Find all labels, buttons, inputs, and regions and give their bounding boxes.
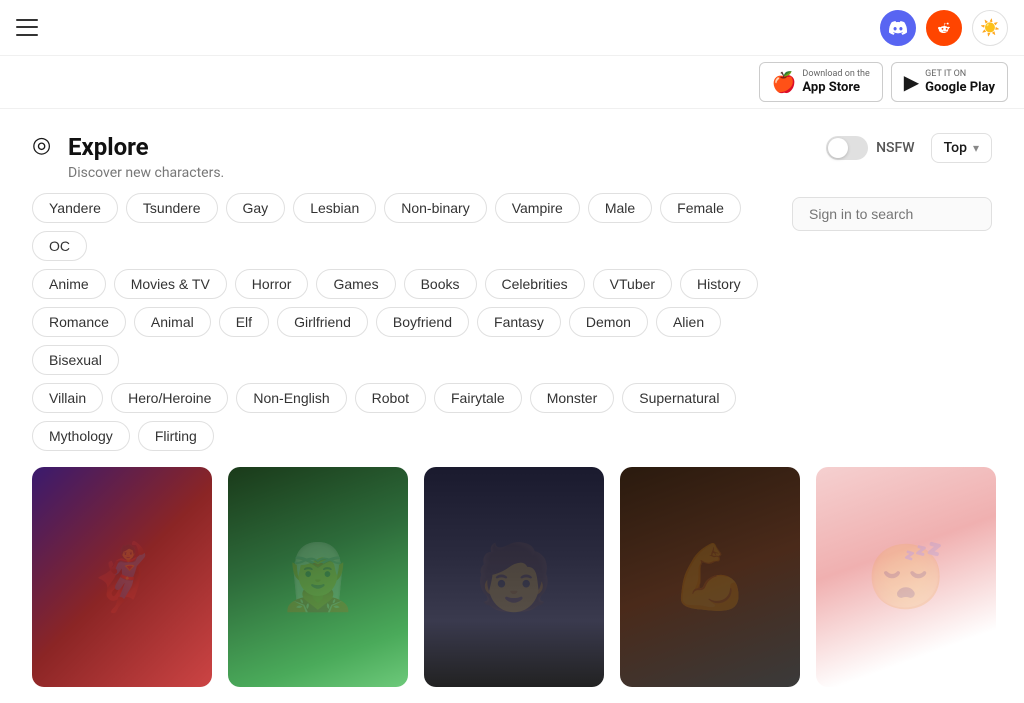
theme-toggle-button[interactable]: ☀️ bbox=[972, 10, 1008, 46]
card-1-figure: 🦸 bbox=[32, 467, 212, 687]
search-input[interactable] bbox=[792, 197, 992, 231]
tag-chip[interactable]: Vampire bbox=[495, 193, 580, 223]
tag-chip[interactable]: Books bbox=[404, 269, 477, 299]
tag-chip[interactable]: Movies & TV bbox=[114, 269, 227, 299]
tag-chip[interactable]: Non-English bbox=[236, 383, 346, 413]
tag-row-3: Romance Animal Elf Girlfriend Boyfriend Fanta… bbox=[32, 307, 776, 375]
menu-button[interactable] bbox=[16, 17, 38, 39]
top-dropdown-label: Top bbox=[944, 140, 967, 156]
explore-title-row: ◎ Explore bbox=[32, 133, 224, 161]
tag-chip[interactable]: Villain bbox=[32, 383, 103, 413]
tag-row-5: Mythology Flirting bbox=[32, 421, 776, 451]
tag-chip[interactable]: Horror bbox=[235, 269, 309, 299]
nsfw-toggle[interactable] bbox=[826, 136, 868, 160]
explore-subtitle: Discover new characters. bbox=[68, 165, 224, 181]
google-play-icon: ▶ bbox=[904, 70, 919, 94]
tag-chip[interactable]: Non-binary bbox=[384, 193, 486, 223]
tag-chip[interactable]: Alien bbox=[656, 307, 721, 337]
tag-chip[interactable]: Gay bbox=[226, 193, 286, 223]
tag-chip[interactable]: Demon bbox=[569, 307, 648, 337]
discord-icon bbox=[889, 21, 907, 35]
app-store-badge[interactable]: 🍎 Download on the App Store bbox=[759, 62, 883, 102]
tag-chip[interactable]: OC bbox=[32, 231, 87, 261]
card-2-figure: 🧝 bbox=[228, 467, 408, 687]
google-play-badge[interactable]: ▶ GET IT ON Google Play bbox=[891, 62, 1008, 102]
tag-chip[interactable]: History bbox=[680, 269, 758, 299]
tag-chip[interactable]: Female bbox=[660, 193, 741, 223]
tags-search-wrapper: Yandere Tsundere GayLesbian Non-binary Vampi… bbox=[0, 193, 1024, 451]
tag-chip[interactable]: Girlfriend bbox=[277, 307, 368, 337]
tag-chip[interactable]: Yandere bbox=[32, 193, 118, 223]
tag-chip[interactable]: VTuber bbox=[593, 269, 672, 299]
tag-chip[interactable]: Animal bbox=[134, 307, 211, 337]
tag-chip[interactable]: Lesbian bbox=[293, 193, 376, 223]
character-card-2[interactable]: 🧝 bbox=[228, 467, 408, 687]
tag-row-4: Villain Hero/Heroine Non-English Robot Fairy… bbox=[32, 383, 776, 413]
navbar-left bbox=[16, 17, 38, 39]
discord-button[interactable] bbox=[880, 10, 916, 46]
character-card-4[interactable]: 💪 bbox=[620, 467, 800, 687]
tag-chip[interactable]: Mythology bbox=[32, 421, 130, 451]
tag-chip[interactable]: Monster bbox=[530, 383, 615, 413]
explore-title: Explore bbox=[68, 133, 149, 161]
card-3-figure: 🧑 bbox=[424, 467, 604, 687]
top-navbar: ☀️ bbox=[0, 0, 1024, 56]
app-store-text: Download on the App Store bbox=[802, 69, 869, 95]
nsfw-toggle-area: NSFW bbox=[826, 136, 914, 160]
tag-chip[interactable]: Games bbox=[316, 269, 395, 299]
tag-chip[interactable]: Male bbox=[588, 193, 652, 223]
tag-chip[interactable]: Boyfriend bbox=[376, 307, 469, 337]
tag-chip[interactable]: Supernatural bbox=[622, 383, 736, 413]
card-4-figure: 💪 bbox=[620, 467, 800, 687]
character-card-3[interactable]: 🧑 bbox=[424, 467, 604, 687]
card-5-figure: 😴 bbox=[816, 467, 996, 687]
explore-header: ◎ Explore Discover new characters. NSFW … bbox=[0, 109, 1024, 193]
character-card-1[interactable]: 🦸 bbox=[32, 467, 212, 687]
reddit-icon bbox=[935, 19, 953, 37]
top-dropdown[interactable]: Top ▾ bbox=[931, 133, 992, 163]
tag-row-1: Yandere Tsundere GayLesbian Non-binary Vampi… bbox=[32, 193, 776, 261]
tag-chip[interactable]: Hero/Heroine bbox=[111, 383, 228, 413]
tag-chip[interactable]: Flirting bbox=[138, 421, 214, 451]
google-play-text: GET IT ON Google Play bbox=[925, 69, 995, 95]
explore-title-area: ◎ Explore Discover new characters. bbox=[32, 133, 224, 181]
apple-icon: 🍎 bbox=[772, 70, 797, 94]
nsfw-label: NSFW bbox=[876, 140, 914, 156]
explore-controls: NSFW Top ▾ bbox=[826, 133, 992, 163]
tag-chip[interactable]: Elf bbox=[219, 307, 269, 337]
tag-chip[interactable]: Tsundere bbox=[126, 193, 218, 223]
tag-chip[interactable]: Fairytale bbox=[434, 383, 522, 413]
navbar-right: ☀️ bbox=[880, 10, 1008, 46]
search-area bbox=[792, 193, 992, 231]
store-badges-row: 🍎 Download on the App Store ▶ GET IT ON … bbox=[0, 56, 1024, 109]
tag-chip[interactable]: Celebrities bbox=[485, 269, 585, 299]
character-card-5[interactable]: 😴 bbox=[816, 467, 996, 687]
chevron-down-icon: ▾ bbox=[973, 141, 979, 155]
tag-chip[interactable]: Robot bbox=[355, 383, 426, 413]
tags-columns: Yandere Tsundere GayLesbian Non-binary Vampi… bbox=[32, 193, 776, 451]
compass-icon: ◎ bbox=[32, 133, 60, 161]
toggle-thumb bbox=[828, 138, 848, 158]
tag-row-2: Anime Movies & TV HorrorGames Books Celebrit… bbox=[32, 269, 776, 299]
cards-section: 🦸 🧝 🧑 💪 😴 bbox=[0, 451, 1024, 703]
tag-chip[interactable]: Fantasy bbox=[477, 307, 561, 337]
tag-chip[interactable]: Romance bbox=[32, 307, 126, 337]
tag-chip[interactable]: Bisexual bbox=[32, 345, 119, 375]
tag-chip[interactable]: Anime bbox=[32, 269, 106, 299]
reddit-button[interactable] bbox=[926, 10, 962, 46]
